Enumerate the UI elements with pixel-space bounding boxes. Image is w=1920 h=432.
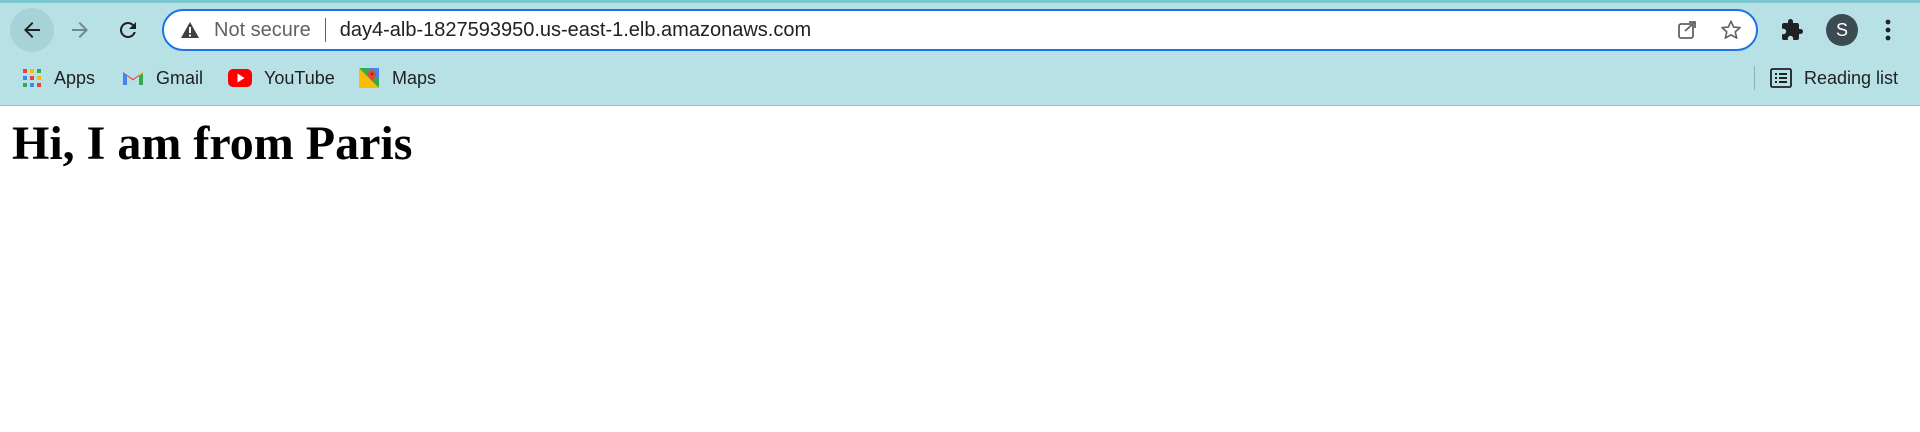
browser-chrome: Not secure day4-alb-1827593950.us-east-1… <box>0 0 1920 106</box>
toolbar-right: S <box>1770 8 1910 52</box>
reading-list-label: Reading list <box>1804 67 1899 88</box>
bookmarks-bar: Apps Gmail YouTube Maps Reading list <box>0 60 1920 96</box>
browser-toolbar: Not secure day4-alb-1827593950.us-east-1… <box>0 6 1920 54</box>
tab-strip <box>0 0 1920 3</box>
reload-icon <box>116 18 140 42</box>
back-button[interactable] <box>10 8 54 52</box>
extensions-button[interactable] <box>1770 8 1814 52</box>
puzzle-icon <box>1780 18 1804 42</box>
reading-list-icon <box>1770 68 1792 88</box>
reload-button[interactable] <box>106 8 150 52</box>
address-bar[interactable]: Not secure day4-alb-1827593950.us-east-1… <box>162 9 1758 51</box>
apps-grid-icon <box>22 68 42 88</box>
bookmark-youtube[interactable]: YouTube <box>228 60 335 96</box>
bookmark-apps[interactable]: Apps <box>22 60 95 96</box>
kebab-menu-icon <box>1884 18 1892 42</box>
security-indicator[interactable]: Not secure <box>164 11 311 49</box>
bookmark-gmail[interactable]: Gmail <box>122 60 203 96</box>
warning-icon <box>180 21 200 39</box>
url-text[interactable]: day4-alb-1827593950.us-east-1.elb.amazon… <box>340 19 1676 42</box>
bookmark-maps[interactable]: Maps <box>358 60 436 96</box>
arrow-left-icon <box>20 18 44 42</box>
forward-button[interactable] <box>58 8 102 52</box>
bookmark-label: Maps <box>392 67 437 88</box>
maps-icon <box>358 67 380 89</box>
omnibox-actions <box>1676 19 1756 41</box>
security-label: Not secure <box>214 18 311 41</box>
share-icon[interactable] <box>1676 19 1698 41</box>
menu-button[interactable] <box>1866 8 1910 52</box>
profile-button[interactable]: S <box>1820 8 1864 52</box>
bookmarks-divider <box>1754 66 1755 90</box>
page-content: Hi, I am from Paris <box>0 106 1920 432</box>
page-heading: Hi, I am from Paris <box>12 117 413 170</box>
youtube-icon <box>228 69 252 87</box>
bookmark-label: Gmail <box>156 67 204 88</box>
star-icon[interactable] <box>1720 19 1742 41</box>
omnibox-divider <box>324 18 326 42</box>
bookmark-label: Apps <box>54 67 96 88</box>
gmail-icon <box>122 70 144 86</box>
avatar: S <box>1826 14 1858 46</box>
reading-list-button[interactable]: Reading list <box>1770 60 1898 96</box>
arrow-right-icon <box>68 18 92 42</box>
browser-window: Not secure day4-alb-1827593950.us-east-1… <box>0 0 1920 432</box>
bookmark-label: YouTube <box>264 67 335 88</box>
